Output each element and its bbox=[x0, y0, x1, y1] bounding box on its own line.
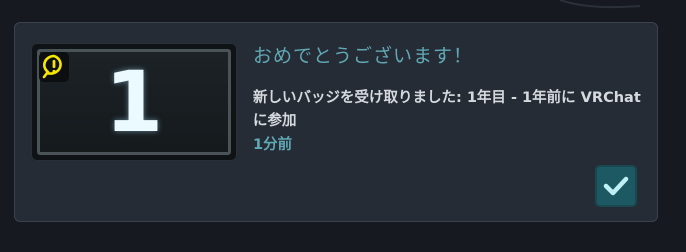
notification-time: 1分前 bbox=[253, 137, 293, 153]
check-icon bbox=[603, 176, 629, 196]
exclamation-bubble-icon bbox=[39, 52, 69, 82]
notification-title: おめでとうございます！ bbox=[253, 45, 474, 67]
notification-card: 1 おめでとうございます！ 新しいバッジを受け取りました: 1年目 - 1年前に… bbox=[14, 22, 658, 222]
confirm-button[interactable] bbox=[595, 165, 637, 207]
notification-message: 新しいバッジを受け取りました: 1年目 - 1年前に VRChat に参加 bbox=[253, 90, 641, 129]
